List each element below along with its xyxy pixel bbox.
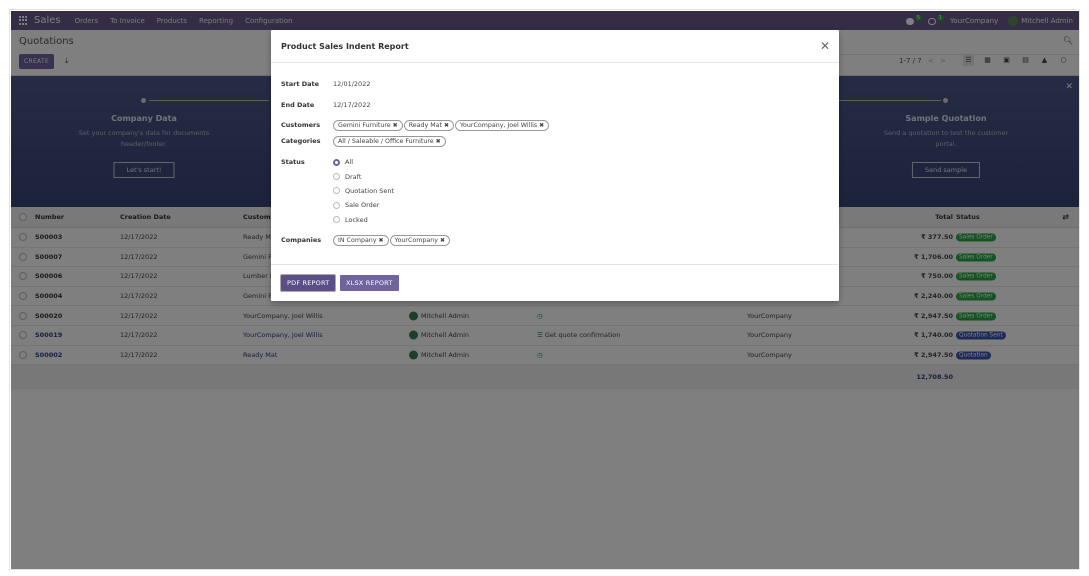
customers-input[interactable]: Gemini Furniture ✖ Ready Mat ✖ YourCompany… — [333, 120, 550, 131]
remove-tag-icon[interactable]: ✖ — [539, 122, 544, 129]
radio-label: All — [345, 158, 354, 167]
dialog-footer: PDF REPORT XLSX REPORT — [271, 264, 839, 301]
xlsx-report-button[interactable]: XLSX REPORT — [340, 275, 399, 291]
status-option-sale-order[interactable]: Sale Order — [333, 198, 394, 212]
report-dialog: Product Sales Indent Report ✕ Start Date… — [271, 30, 839, 301]
remove-tag-icon[interactable]: ✖ — [393, 122, 398, 129]
company-tag: YourCompany ✖ — [389, 235, 450, 246]
tag-label: Ready Mat — [408, 122, 442, 129]
radio-selected[interactable] — [333, 158, 340, 166]
tag-label: All / Saleable / Office Furniture — [338, 138, 434, 145]
companies-label: Companies — [281, 236, 322, 244]
odoo-app: Sales Orders To Invoice Products Reporti… — [11, 11, 1079, 569]
radio[interactable] — [333, 216, 340, 224]
customers-label: Customers — [281, 121, 321, 129]
radio-label: Locked — [345, 215, 368, 224]
dialog-header: Product Sales Indent Report ✕ — [271, 30, 839, 63]
status-radio-group: All Draft Quotation Sent Sale Order Lock… — [333, 155, 394, 227]
close-icon[interactable]: ✕ — [820, 39, 830, 53]
end-date-label: End Date — [281, 101, 315, 109]
status-option-draft[interactable]: Draft — [333, 169, 394, 183]
radio-label: Sale Order — [345, 201, 380, 210]
radio[interactable] — [333, 173, 340, 181]
remove-tag-icon[interactable]: ✖ — [444, 122, 449, 129]
tag-label: YourCompany — [394, 237, 438, 244]
customer-tag: Ready Mat ✖ — [403, 120, 455, 131]
tag-label: Gemini Furniture — [338, 122, 391, 129]
start-date-label: Start Date — [281, 80, 320, 88]
radio[interactable] — [333, 201, 340, 209]
radio-label: Quotation Sent — [345, 186, 395, 195]
pdf-report-button[interactable]: PDF REPORT — [281, 275, 336, 291]
start-date-input[interactable]: 12/01/2022 — [333, 80, 370, 88]
companies-input[interactable]: IN Company ✖ YourCompany ✖ — [333, 235, 450, 246]
remove-tag-icon[interactable]: ✖ — [379, 237, 384, 244]
status-option-locked[interactable]: Locked — [333, 213, 394, 227]
tag-label: YourCompany, Joel Willis — [460, 122, 538, 129]
browser-frame: Sales Orders To Invoice Products Reporti… — [9, 9, 1080, 570]
radio[interactable] — [333, 187, 340, 195]
status-option-quotation-sent[interactable]: Quotation Sent — [333, 184, 394, 198]
category-tag: All / Saleable / Office Furniture ✖ — [333, 136, 446, 147]
status-option-all[interactable]: All — [333, 155, 394, 169]
company-tag: IN Company ✖ — [333, 235, 389, 246]
customer-tag: YourCompany, Joel Willis ✖ — [455, 120, 550, 131]
remove-tag-icon[interactable]: ✖ — [436, 138, 441, 145]
categories-input[interactable]: All / Saleable / Office Furniture ✖ — [333, 136, 446, 147]
categories-label: Categories — [281, 137, 321, 145]
remove-tag-icon[interactable]: ✖ — [440, 237, 445, 244]
status-label: Status — [281, 158, 305, 166]
tag-label: IN Company — [338, 237, 377, 244]
radio-label: Draft — [345, 172, 362, 181]
end-date-input[interactable]: 12/17/2022 — [333, 101, 370, 109]
customer-tag: Gemini Furniture ✖ — [333, 120, 403, 131]
dialog-title: Product Sales Indent Report — [281, 42, 409, 51]
